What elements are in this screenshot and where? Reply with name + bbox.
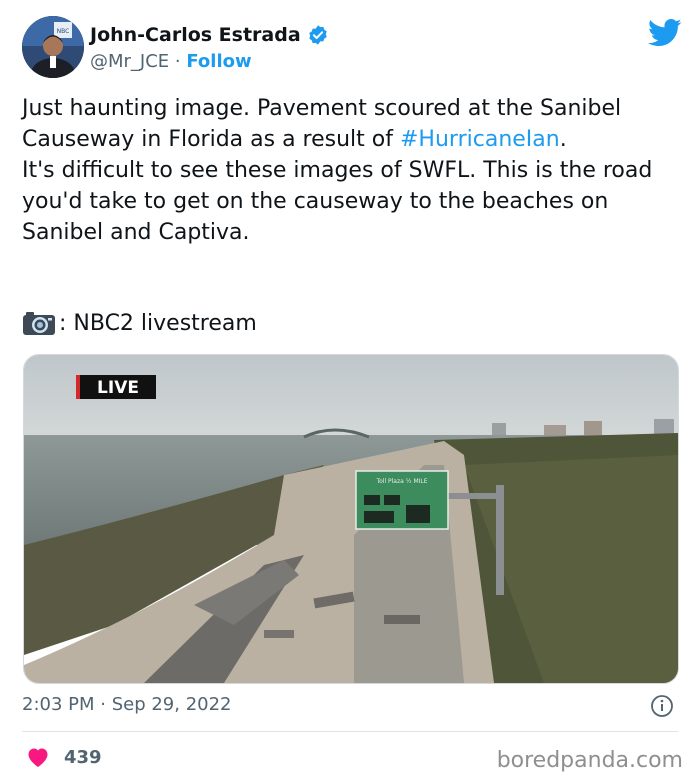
verified-badge-icon — [308, 25, 327, 45]
author-name-row: John-Carlos Estrada — [90, 24, 329, 46]
info-icon[interactable] — [650, 694, 674, 718]
causeway-photo: Toll Plaza ½ MILE LIVE — [24, 355, 678, 683]
avatar-badge-text: NBC — [57, 28, 70, 35]
tweet-text: Just haunting image. Pavement scoured at… — [22, 93, 682, 248]
like-group[interactable]: 439 — [26, 746, 102, 768]
avatar[interactable]: NBC — [22, 16, 84, 78]
watermark: boredpanda.com — [496, 748, 683, 773]
author-handle-row: @Mr_JCE · Follow — [90, 51, 252, 72]
tweet-text-part2: It's difficult to see these images of SW… — [22, 158, 653, 245]
divider — [22, 731, 678, 732]
live-badge-text: LIVE — [97, 378, 139, 398]
source-credit-text: : NBC2 livestream — [59, 310, 257, 336]
author-handle[interactable]: @Mr_JCE — [90, 51, 169, 72]
road-sign-text: Toll Plaza ½ MILE — [375, 478, 427, 485]
hashtag-link[interactable]: #HurricaneIan — [400, 127, 560, 152]
source-credit: : NBC2 livestream — [22, 310, 257, 336]
tweet-timestamp[interactable]: 2:03 PM · Sep 29, 2022 — [22, 694, 232, 715]
tweet-text-period: . — [559, 127, 567, 152]
tweet-header: NBC John-Carlos Estrada @Mr_JCE · Follow — [22, 16, 682, 80]
handle-separator: · — [169, 51, 187, 72]
follow-button[interactable]: Follow — [186, 51, 251, 72]
like-count: 439 — [64, 746, 102, 768]
tweet-media-image[interactable]: Toll Plaza ½ MILE LIVE — [23, 354, 679, 684]
author-display-name[interactable]: John-Carlos Estrada — [90, 24, 301, 46]
camera-icon — [23, 312, 55, 335]
twitter-bird-icon[interactable] — [648, 18, 682, 48]
heart-icon[interactable] — [26, 746, 50, 768]
